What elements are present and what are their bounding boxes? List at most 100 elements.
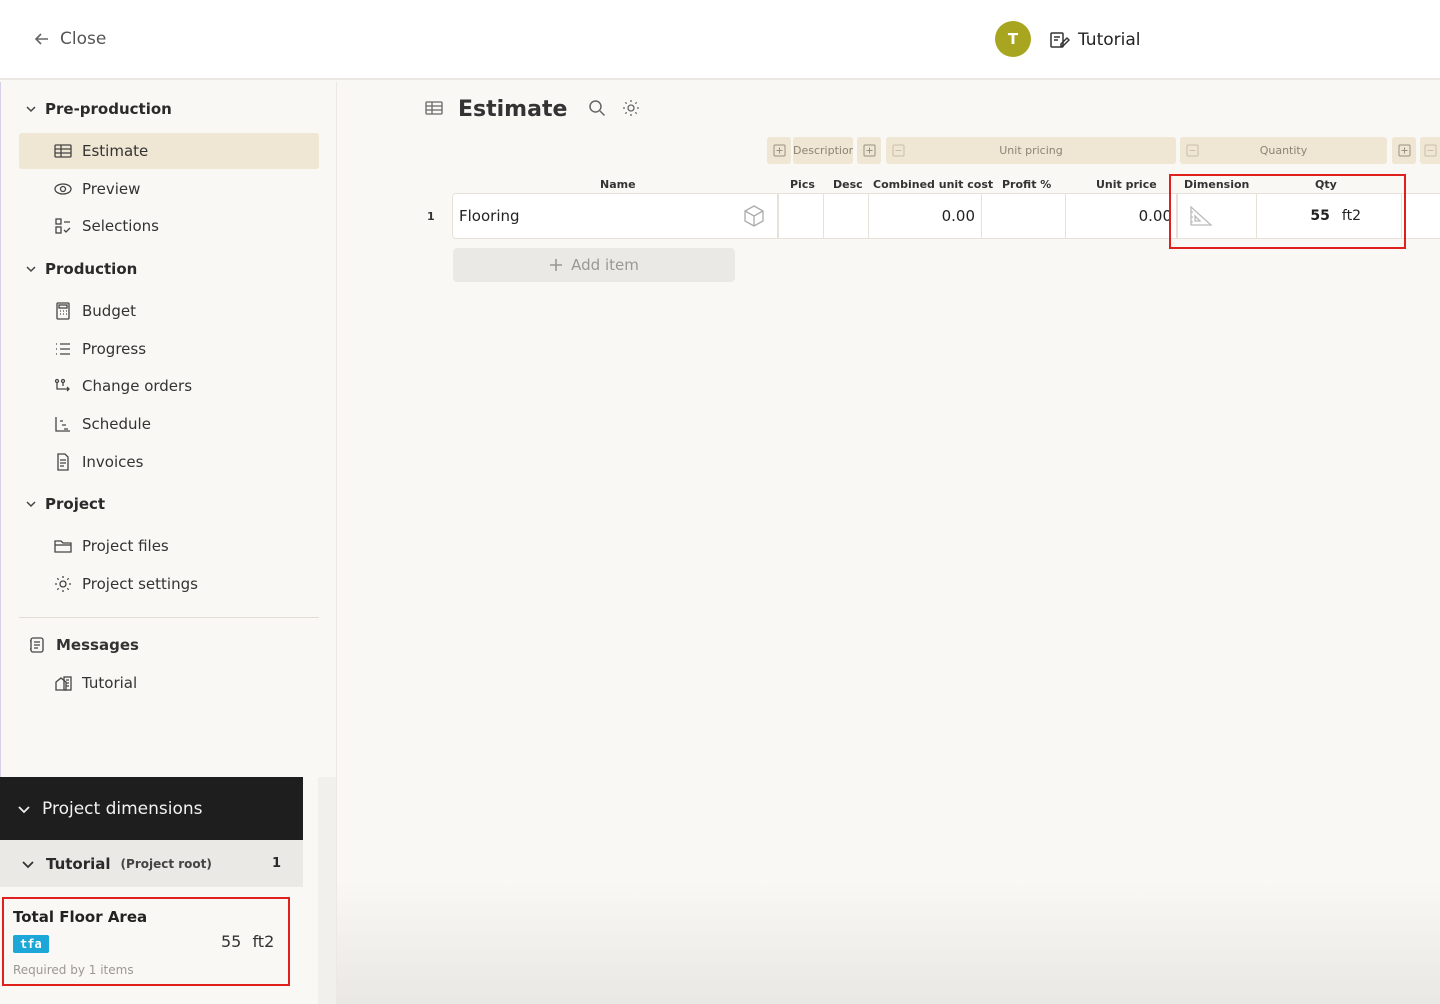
gear-icon[interactable] xyxy=(621,98,643,120)
plus-box-icon xyxy=(863,144,875,157)
column-header-name[interactable]: Name xyxy=(600,176,636,192)
project-title-text: Tutorial xyxy=(1078,30,1141,50)
invoice-icon xyxy=(57,453,69,471)
combined-unit-cost-cell[interactable]: 0.00 xyxy=(868,193,982,239)
profit-cell[interactable] xyxy=(981,193,1066,239)
section-label: Project xyxy=(45,495,106,513)
scrollbar[interactable] xyxy=(318,777,336,1004)
sidebar-item-label: Preview xyxy=(82,180,141,198)
group-header-description[interactable]: Description xyxy=(793,137,853,164)
sidebar-item-project-settings[interactable]: Project settings xyxy=(19,566,319,602)
schedule-icon xyxy=(55,417,70,432)
expand-pics-button[interactable] xyxy=(767,137,791,164)
desc-cell[interactable] xyxy=(823,193,869,239)
chevron-down-icon xyxy=(26,106,36,113)
combined-unit-cost-value: 0.00 xyxy=(941,207,975,225)
sidebar-item-schedule[interactable]: Schedule xyxy=(19,406,319,442)
page-header: Estimate xyxy=(424,94,643,124)
folder-icon xyxy=(54,540,72,553)
group-name: Tutorial xyxy=(46,854,111,873)
ruler-triangle-icon xyxy=(1188,203,1214,229)
column-header-dimension[interactable]: Dimension xyxy=(1184,176,1249,192)
dimension-name: Total Floor Area xyxy=(13,908,148,926)
unit-price-cell[interactable]: 0.00 xyxy=(1065,193,1177,239)
dimension-item[interactable]: Total Floor Area tfa 55 ft2 Required by … xyxy=(0,887,303,1004)
dimension-tag: tfa xyxy=(13,935,49,953)
dimension-value-unit: ft2 xyxy=(252,932,275,951)
row-number: 1 xyxy=(427,210,435,223)
group-count: 1 xyxy=(271,856,281,871)
group-label: Unit pricing xyxy=(999,144,1063,157)
sidebar-item-estimate[interactable]: Estimate xyxy=(19,133,319,169)
item-name: Flooring xyxy=(459,207,520,225)
house-icon xyxy=(55,676,72,691)
eye-icon xyxy=(54,183,72,195)
expand-desc-button[interactable] xyxy=(857,137,881,164)
sidebar-item-label: Messages xyxy=(56,636,139,654)
collapse-next-button[interactable] xyxy=(1420,137,1440,164)
plus-icon xyxy=(549,258,563,272)
column-header-unit-price[interactable]: Unit price xyxy=(1096,176,1157,192)
section-production[interactable]: Production xyxy=(25,257,137,281)
expand-next-button[interactable] xyxy=(1392,137,1416,164)
sidebar-item-change-orders[interactable]: Change orders xyxy=(19,368,319,404)
panel-title: Project dimensions xyxy=(42,798,203,819)
calculator-icon xyxy=(56,302,70,320)
sidebar-item-invoices[interactable]: Invoices xyxy=(19,444,319,480)
sidebar-item-label: Selections xyxy=(82,217,159,235)
next-cell[interactable] xyxy=(1401,193,1440,239)
sidebar-item-tutorial[interactable]: Tutorial xyxy=(19,665,319,701)
page-title: Estimate xyxy=(458,96,568,122)
sidebar-item-label: Schedule xyxy=(82,415,151,433)
group-sub: (Project root) xyxy=(120,856,212,871)
project-dimensions-header[interactable]: Project dimensions xyxy=(0,777,303,840)
column-header-desc[interactable]: Desc xyxy=(833,176,863,192)
top-bar: Close T Tutorial xyxy=(0,0,1440,80)
sidebar-item-label: Invoices xyxy=(82,453,144,471)
project-title[interactable]: Tutorial xyxy=(1048,27,1141,53)
chevron-down-icon xyxy=(26,266,36,273)
minus-box-icon xyxy=(1424,144,1436,157)
dimension-required-by: Required by 1 items xyxy=(13,963,134,977)
bottom-fade xyxy=(337,880,1440,1004)
search-icon[interactable] xyxy=(587,98,609,120)
add-item-button[interactable]: Add item xyxy=(453,248,735,282)
section-project[interactable]: Project xyxy=(25,492,105,516)
messages-icon xyxy=(30,637,44,653)
sidebar-item-label: Tutorial xyxy=(82,674,138,692)
sidebar-item-selections[interactable]: Selections xyxy=(19,208,319,244)
sidebar-item-project-files[interactable]: Project files xyxy=(19,528,319,564)
section-label: Production xyxy=(45,260,138,278)
sidebar-item-budget[interactable]: Budget xyxy=(19,293,319,329)
project-dimensions-panel: Project dimensions Tutorial (Project roo… xyxy=(0,777,303,1004)
group-label: Quantity xyxy=(1259,144,1308,157)
minus-box-icon xyxy=(1186,144,1199,157)
pics-cell[interactable] xyxy=(778,193,824,239)
dimension-group-header[interactable]: Tutorial (Project root) 1 xyxy=(0,840,303,887)
section-pre-production[interactable]: Pre-production xyxy=(25,97,172,121)
dimension-value-number: 55 xyxy=(221,932,242,951)
sidebar-item-label: Change orders xyxy=(82,377,193,395)
close-button[interactable]: Close xyxy=(32,26,106,52)
column-header-qty[interactable]: Qty xyxy=(1315,176,1337,192)
add-item-label: Add item xyxy=(571,256,639,274)
column-header-combined-unit-cost[interactable]: Combined unit cost xyxy=(873,176,993,192)
group-header-unit-pricing[interactable]: Unit pricing xyxy=(886,137,1176,164)
column-header-pics[interactable]: Pics xyxy=(790,176,815,192)
chevron-down-icon xyxy=(26,501,36,508)
dimension-cell[interactable] xyxy=(1177,193,1257,239)
minus-box-icon xyxy=(892,144,905,157)
sidebar-item-progress[interactable]: Progress xyxy=(19,331,319,367)
group-label: Description xyxy=(793,144,853,157)
group-header-quantity[interactable]: Quantity xyxy=(1180,137,1387,164)
column-header-profit[interactable]: Profit % xyxy=(1002,176,1051,192)
sidebar-item-messages[interactable]: Messages xyxy=(19,627,319,663)
arrow-left-icon xyxy=(32,29,52,49)
avatar[interactable]: T xyxy=(995,21,1031,57)
sidebar-item-preview[interactable]: Preview xyxy=(19,171,319,207)
sidebar-item-label: Budget xyxy=(82,302,136,320)
change-orders-icon xyxy=(54,378,70,392)
cube-icon[interactable] xyxy=(741,203,767,229)
name-cell[interactable]: Flooring xyxy=(452,193,778,239)
qty-cell[interactable]: 55 ft2 xyxy=(1256,193,1402,239)
